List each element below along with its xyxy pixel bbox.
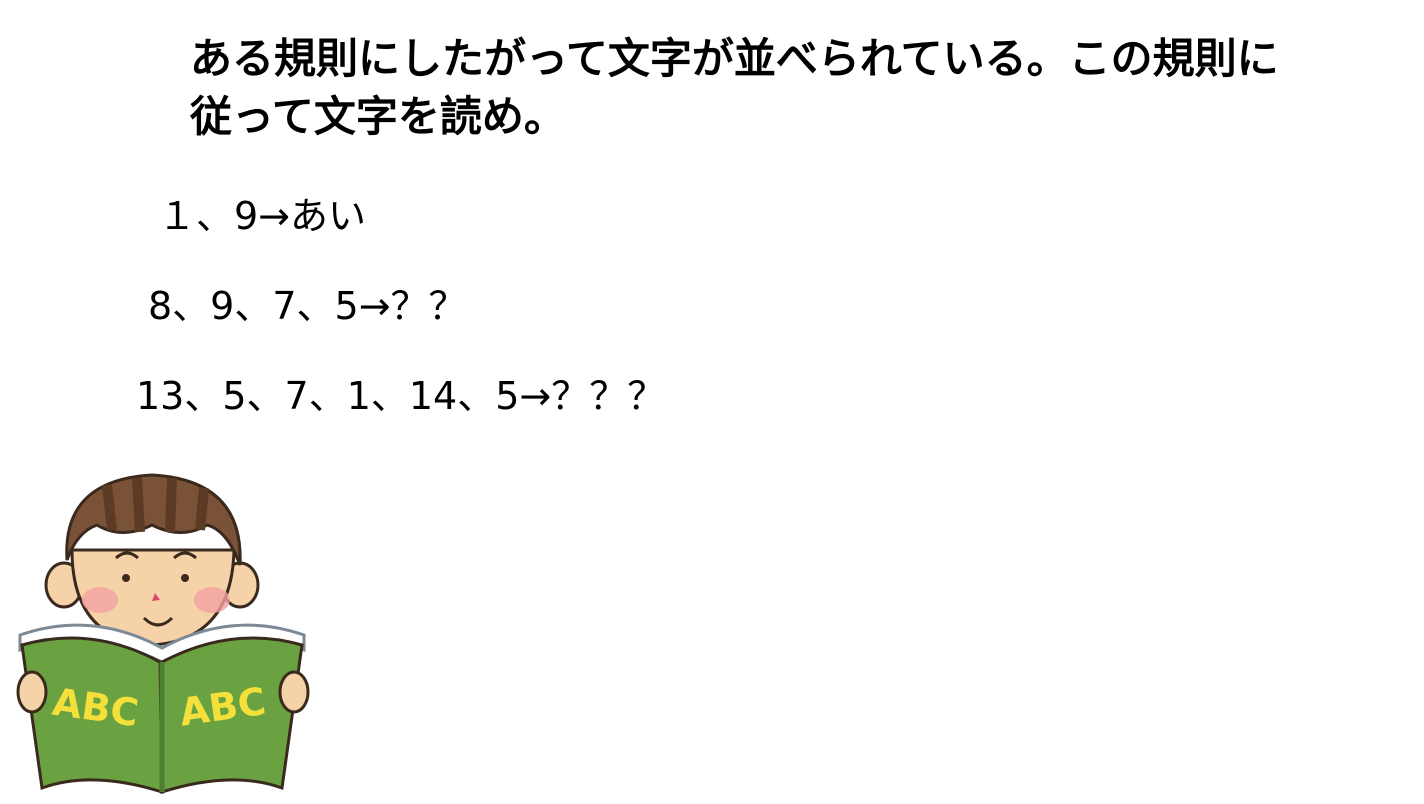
boy-reading-book-illustration: ABC ABC xyxy=(16,473,310,795)
right-eye xyxy=(181,574,189,582)
problem-2: 8、9、7、5→？？ xyxy=(148,284,467,328)
left-hand xyxy=(16,670,48,714)
left-cheek xyxy=(82,587,118,613)
question-title: ある規則にしたがって文字が並べられている。この規則に 従って文字を読め。 xyxy=(190,30,1405,146)
question-title-line-1: ある規則にしたがって文字が並べられている。この規則に xyxy=(190,34,1279,83)
right-hand xyxy=(278,670,310,714)
slide: ある規則にしたがって文字が並べられている。この規則に 従って文字を読め。 １、9… xyxy=(0,0,1424,804)
right-cheek xyxy=(194,587,230,613)
left-eye xyxy=(122,574,130,582)
question-title-line-2: 従って文字を読め。 xyxy=(190,92,566,141)
problem-3: 13、5、7、1、14、5→？？？ xyxy=(136,374,666,418)
problem-1: １、9→あい xyxy=(158,194,367,238)
